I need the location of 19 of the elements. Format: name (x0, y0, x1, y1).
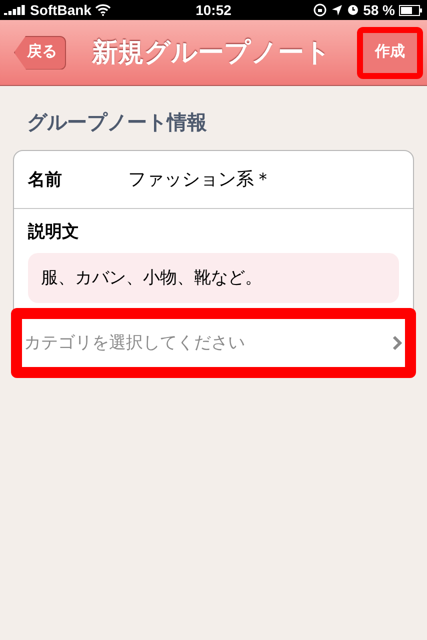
battery-percent: 58 % (363, 0, 395, 20)
create-button[interactable]: 作成 (363, 32, 417, 72)
carrier-name: SoftBank (30, 0, 92, 20)
category-selector[interactable]: カテゴリを選択してください (22, 319, 405, 367)
description-label: 説明文 (26, 221, 80, 243)
description-field[interactable]: 服、カバン、小物、靴など。 (28, 252, 399, 302)
wifi-icon (95, 4, 112, 16)
back-button[interactable]: 戻る (14, 36, 66, 70)
name-value[interactable]: ファッション系＊ (128, 166, 272, 193)
signal-icon (4, 4, 26, 16)
name-label: 名前 (28, 168, 63, 191)
section-title: グループノート情報 (27, 110, 208, 136)
location-icon (331, 4, 344, 16)
alarm-icon (347, 4, 360, 16)
chevron-right-icon (391, 335, 403, 351)
clock: 10:52 (196, 0, 232, 20)
battery-icon (399, 4, 423, 16)
screen-title: 新規グループノート (90, 36, 332, 69)
rotation-lock-icon (313, 3, 328, 17)
